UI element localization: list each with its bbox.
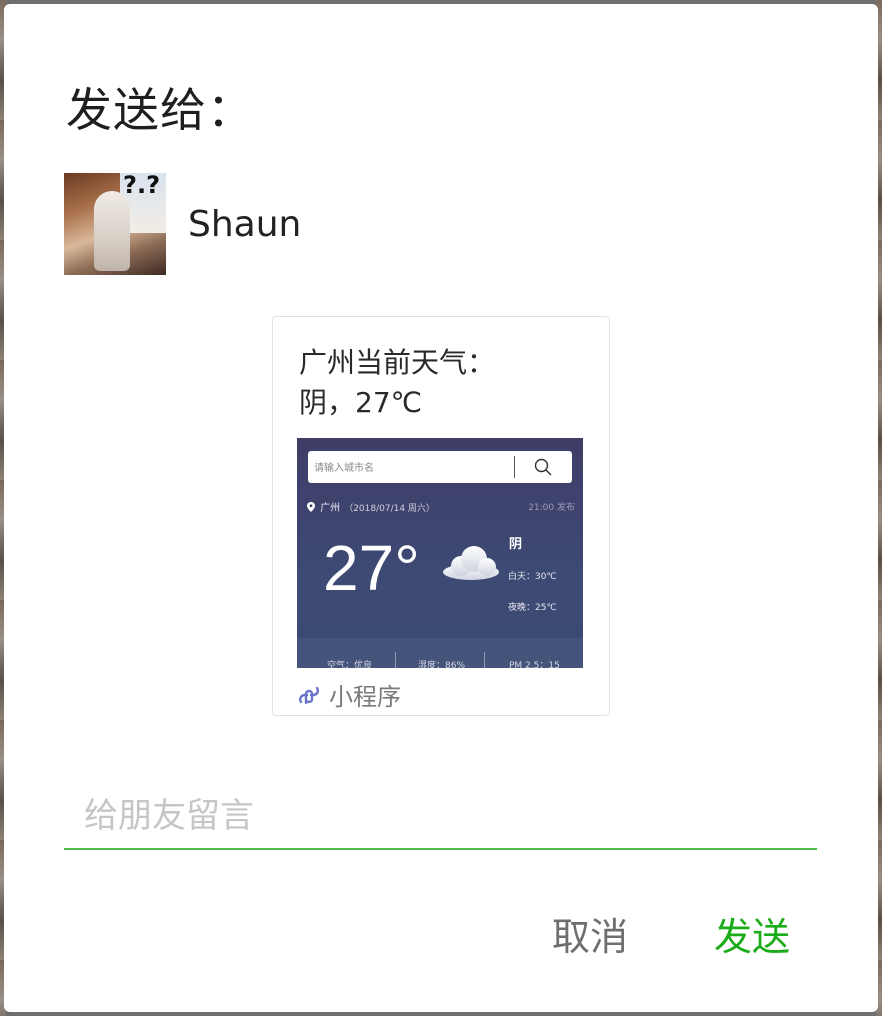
message-input[interactable] bbox=[64, 784, 817, 850]
preview-update-time: 21:00 发布 bbox=[528, 503, 575, 513]
preview-night-temp: 夜晚：25℃ bbox=[508, 603, 557, 613]
mini-program-icon bbox=[299, 686, 319, 704]
dialog-title: 发送给： bbox=[66, 83, 254, 137]
mini-program-text: 小程序 bbox=[329, 683, 401, 711]
card-title: 广州当前天气： 阴，27℃ bbox=[299, 343, 589, 423]
mini-program-card[interactable]: 广州当前天气： 阴，27℃ 请输入城市名 广州 （2018/07/14 周六） 2… bbox=[272, 316, 610, 716]
mini-program-label: 小程序 bbox=[297, 677, 401, 712]
share-dialog: 发送给： ?.? Shaun 广州当前天气： 阴，27℃ 请输入城市名 广州 （… bbox=[4, 4, 878, 1012]
preview-air-quality: 空气：优良 bbox=[327, 661, 373, 668]
preview-humidity: 湿度：86% bbox=[418, 661, 466, 668]
preview-location-row: 广州 （2018/07/14 周六） 21:00 发布 bbox=[307, 499, 575, 514]
location-pin-icon bbox=[307, 502, 315, 512]
preview-search-box: 请输入城市名 bbox=[308, 451, 572, 483]
send-button[interactable]: 发送 bbox=[714, 906, 790, 961]
preview-temperature: 27° bbox=[323, 532, 420, 604]
preview-pm25: PM 2.5：15 bbox=[509, 661, 560, 668]
cancel-button[interactable]: 取消 bbox=[552, 906, 628, 961]
preview-condition: 阴 bbox=[509, 537, 523, 552]
card-title-line2: 阴，27℃ bbox=[299, 386, 423, 419]
preview-stats-row: 空气：优良 湿度：86% PM 2.5：15 bbox=[297, 638, 583, 668]
recipient-name: Shaun bbox=[188, 203, 302, 245]
recipient-avatar: ?.? bbox=[64, 173, 166, 275]
weather-preview-image: 请输入城市名 广州 （2018/07/14 周六） 21:00 发布 27° 阴… bbox=[297, 438, 583, 668]
preview-date: （2018/07/14 周六） bbox=[344, 504, 435, 514]
preview-day-temp: 白天：30℃ bbox=[508, 572, 557, 582]
preview-city: 广州 bbox=[320, 503, 341, 514]
search-icon bbox=[534, 458, 552, 476]
recipient-row: ?.? Shaun bbox=[64, 173, 301, 275]
card-title-line1: 广州当前天气： bbox=[299, 346, 496, 379]
preview-search-placeholder: 请输入城市名 bbox=[314, 463, 374, 474]
cloud-icon bbox=[443, 546, 499, 580]
